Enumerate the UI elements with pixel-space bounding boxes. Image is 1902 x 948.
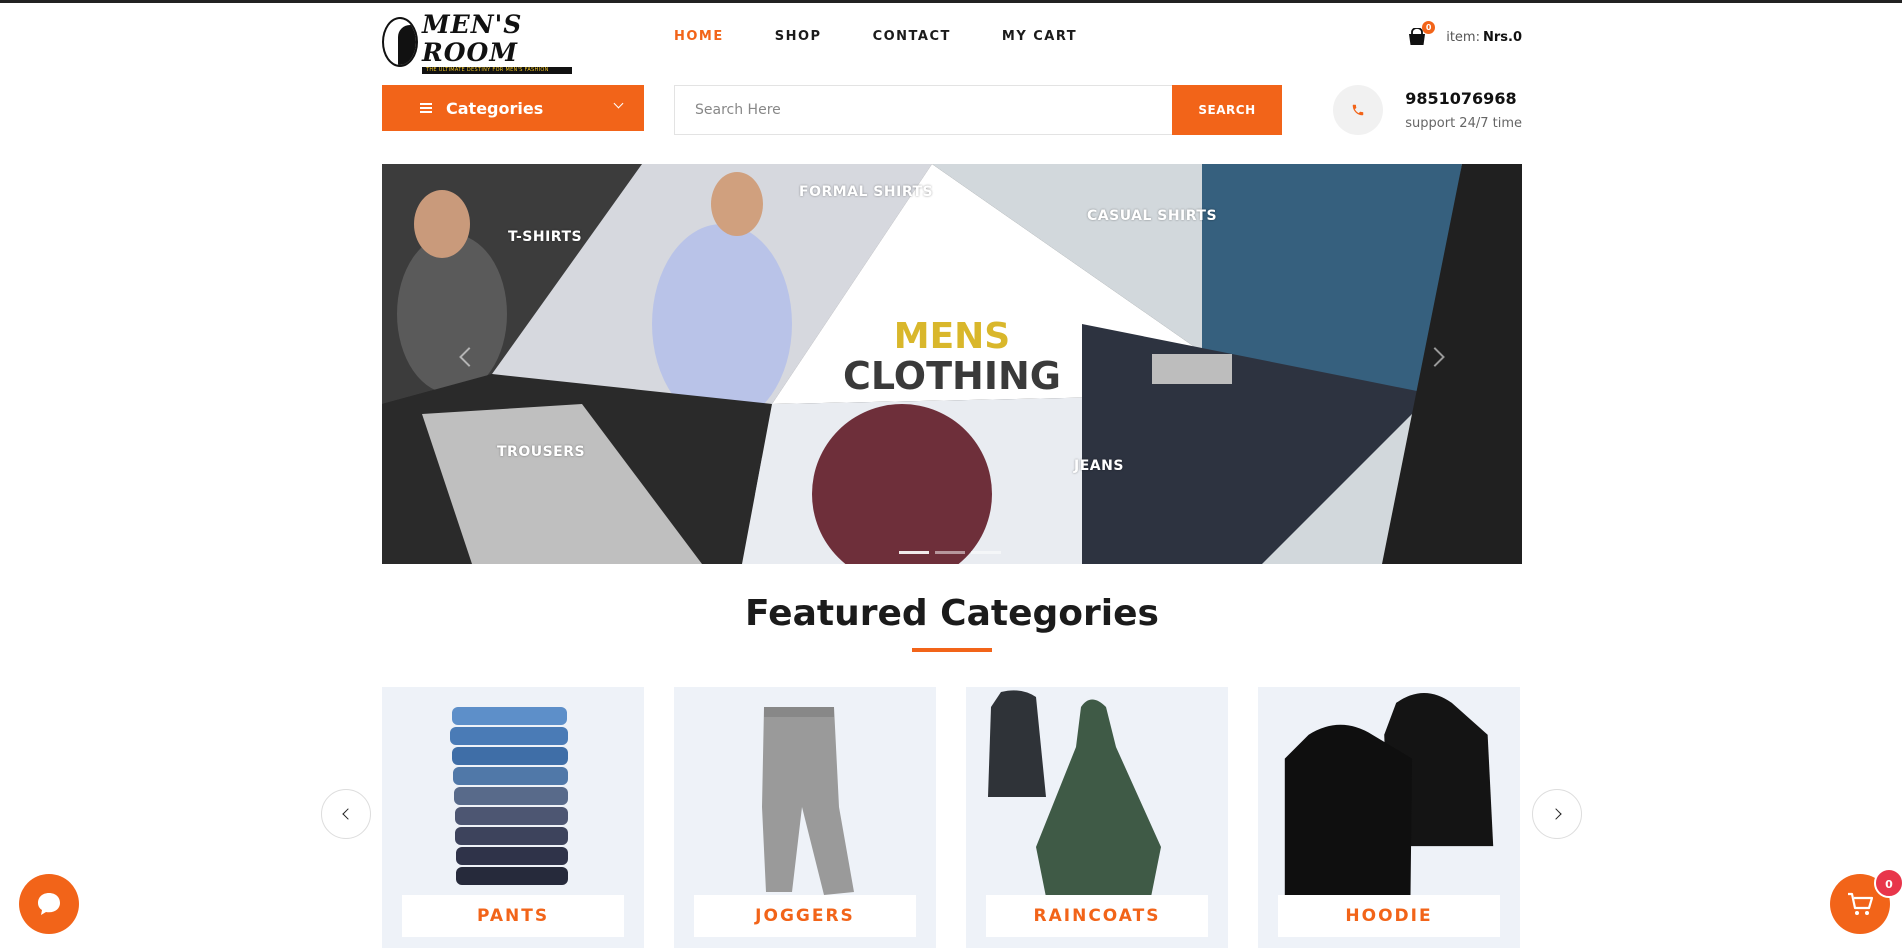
hero-dot-3[interactable] xyxy=(971,551,1001,554)
nav-contact[interactable]: CONTACT xyxy=(873,29,951,44)
joggers-image xyxy=(762,707,854,895)
nav-my-cart[interactable]: MY CART xyxy=(1002,29,1077,44)
nav-shop[interactable]: SHOP xyxy=(775,29,822,44)
nav-home[interactable]: HOME xyxy=(674,29,724,44)
hoodie-image xyxy=(1284,692,1494,897)
hero-label-tshirts: T-SHIRTS xyxy=(508,229,583,245)
mini-cart-count: 0 xyxy=(1422,21,1436,34)
featured-categories-title: Featured Categories xyxy=(745,593,1159,634)
title-underline xyxy=(912,648,992,652)
hero-title-clothing: CLOTHING xyxy=(843,354,1061,398)
chat-widget-button[interactable] xyxy=(19,874,79,934)
site-logo[interactable]: MEN'S ROOM THE ULTIMATE DESTINY FOR MEN'… xyxy=(382,10,572,74)
hero-slider[interactable]: T-SHIRTS FORMAL SHIRTS CASUAL SHIRTS TRO… xyxy=(382,164,1522,564)
chevron-down-icon xyxy=(613,98,624,109)
hamburger-icon xyxy=(420,103,432,113)
category-card-raincoats[interactable]: RAINCOATS xyxy=(966,687,1228,948)
category-label: RAINCOATS xyxy=(986,895,1208,937)
support-info: 9851076968 support 24/7 time xyxy=(1333,85,1522,135)
main-nav: HOME SHOP CONTACT MY CART xyxy=(674,29,1128,44)
mini-cart[interactable]: 0 item: Nrs.0 xyxy=(1407,21,1522,46)
category-card-hoodie[interactable]: HOODIE xyxy=(1258,687,1520,948)
phone-icon xyxy=(1333,85,1384,135)
hero-label-casual-shirts: CASUAL SHIRTS xyxy=(1087,208,1218,224)
header: MEN'S ROOM THE ULTIMATE DESTINY FOR MEN'… xyxy=(382,9,1522,74)
support-phone: 9851076968 xyxy=(1405,89,1517,108)
logo-emblem xyxy=(382,17,418,67)
category-label: PANTS xyxy=(402,895,624,937)
carousel-next-button[interactable] xyxy=(1532,789,1582,839)
hero-dot-2[interactable] xyxy=(935,551,965,554)
pants-image xyxy=(450,707,568,885)
carousel-prev-button[interactable] xyxy=(321,789,371,839)
hero-dot-1[interactable] xyxy=(899,551,929,554)
mini-cart-item-label: item: xyxy=(1446,29,1480,45)
hero-label-jeans: JEANS xyxy=(1074,458,1124,474)
shopping-bag-icon[interactable]: 0 xyxy=(1407,21,1436,46)
logo-tagline: THE ULTIMATE DESTINY FOR MEN'S FASHION xyxy=(422,66,572,74)
search-button[interactable]: SEARCH xyxy=(1172,85,1282,135)
chat-icon xyxy=(38,893,60,915)
floating-cart-count: 0 xyxy=(1874,868,1902,898)
category-label: JOGGERS xyxy=(694,895,916,937)
categories-label: Categories xyxy=(446,98,544,118)
hero-pagination xyxy=(899,551,1001,554)
category-card-pants[interactable]: PANTS xyxy=(382,687,644,948)
search-bar: SEARCH xyxy=(674,85,1282,135)
chevron-right-icon xyxy=(1549,808,1562,820)
search-row: Categories SEARCH 9851076968 support 24/… xyxy=(382,85,1522,135)
hero-label-formal-shirts: FORMAL SHIRTS xyxy=(799,184,934,200)
category-card-joggers[interactable]: JOGGERS xyxy=(674,687,936,948)
search-input[interactable] xyxy=(674,85,1172,135)
raincoats-image xyxy=(988,690,1161,897)
featured-categories-carousel: PANTS JOGGERS RAINCOATS HOODIE xyxy=(382,687,1522,948)
logo-title: MEN'S ROOM xyxy=(422,9,523,67)
cart-icon xyxy=(1848,892,1873,915)
category-label: HOODIE xyxy=(1278,895,1500,937)
floating-cart-button[interactable]: 0 xyxy=(1830,868,1902,934)
categories-dropdown-button[interactable]: Categories xyxy=(382,85,644,131)
hero-label-trousers: TROUSERS xyxy=(497,444,586,460)
support-hours: support 24/7 time xyxy=(1405,116,1522,131)
chevron-left-icon xyxy=(341,808,354,820)
mini-cart-total: Nrs.0 xyxy=(1482,29,1522,45)
hero-title-mens: MENS xyxy=(893,316,1011,357)
